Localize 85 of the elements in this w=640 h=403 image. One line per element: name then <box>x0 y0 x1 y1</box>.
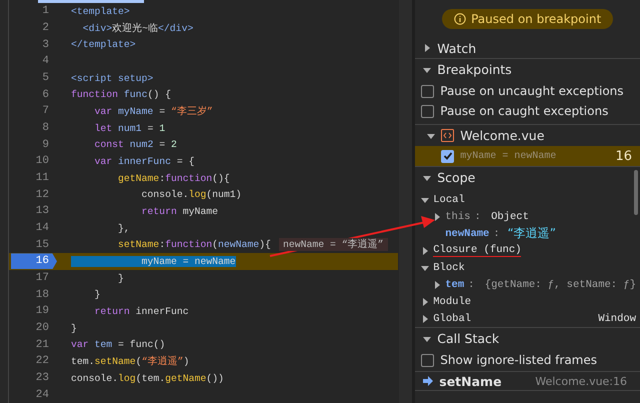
collapse-arrow-icon[interactable] <box>423 334 432 342</box>
scrollbar-thumb[interactable] <box>634 170 638 215</box>
collapse-arrow-icon[interactable] <box>427 132 436 140</box>
line-number: 12 <box>34 188 50 203</box>
line-number: 21 <box>34 338 50 353</box>
breakpoint-line-number: 16 <box>615 148 632 164</box>
line-number: 22 <box>34 354 50 370</box>
checkbox[interactable] <box>421 104 434 118</box>
code-line: var myName = “李三岁” <box>94 104 213 118</box>
expand-arrow-icon[interactable] <box>421 314 430 322</box>
collapse-arrow-icon[interactable] <box>423 174 432 182</box>
expand-arrow-icon[interactable] <box>433 280 442 288</box>
breakpoint-row[interactable]: myName = newName 16 <box>415 146 640 166</box>
code-line: getName:function(){ <box>117 172 230 184</box>
code-line: function func() { <box>71 89 171 100</box>
info-icon <box>454 13 466 25</box>
code-line: <div>欢迎光~临</div> <box>82 22 194 34</box>
code-line: } <box>71 322 77 334</box>
line-number: 8 <box>41 121 50 136</box>
scope-group[interactable]: Local <box>415 191 640 208</box>
line-number: 15 <box>34 238 50 253</box>
collapse-arrow-icon[interactable] <box>421 264 430 272</box>
line-number: 6 <box>41 88 50 103</box>
line-number: 13 <box>34 204 50 220</box>
line-number: 23 <box>34 371 50 386</box>
checkbox[interactable] <box>441 150 454 162</box>
scope-variable[interactable]: newName : “李逍遥” <box>415 225 640 242</box>
section-header[interactable]: Breakpoints <box>415 58 640 80</box>
code-line: console.log(num1) <box>140 189 242 200</box>
code-line: let num1 = 1 <box>94 122 166 134</box>
scrollbar[interactable] <box>399 0 412 403</box>
scope-group[interactable]: Closure (func) <box>415 242 640 259</box>
line-number: 19 <box>34 304 50 320</box>
line-number: 9 <box>41 138 50 153</box>
code-line: } <box>94 289 100 300</box>
section-header[interactable]: Scope <box>415 166 640 188</box>
collapse-arrow-icon[interactable] <box>423 66 432 74</box>
line-number: 10 <box>34 154 50 170</box>
paused-banner: Paused on breakpoint <box>442 9 614 29</box>
collapse-arrow-icon[interactable] <box>421 196 430 204</box>
line-number: 7 <box>41 104 50 120</box>
line-number: 17 <box>34 271 50 286</box>
expand-arrow-icon[interactable] <box>433 212 442 220</box>
code-line: }, <box>117 222 130 234</box>
scope-variable[interactable]: tem : {getName: ƒ, setName: ƒ} <box>415 276 640 293</box>
line-number: 14 <box>34 221 50 236</box>
code-file-icon <box>441 129 454 142</box>
line-number: 5 <box>41 71 50 86</box>
line-number: 2 <box>41 21 50 36</box>
expand-arrow-icon[interactable] <box>423 44 432 52</box>
scope-variable[interactable]: this : Object <box>415 208 640 225</box>
code-line: var tem = func() <box>71 339 166 350</box>
code-line: <script setup> <box>71 72 154 84</box>
current-frame-arrow-icon <box>423 376 434 386</box>
checkbox[interactable] <box>421 84 434 98</box>
line-number: 20 <box>34 321 50 336</box>
code-line: tem.setName(“李逍遥”) <box>71 354 190 368</box>
code-line: return innerFunc <box>94 306 189 317</box>
checkbox[interactable] <box>421 354 434 366</box>
scope-group[interactable]: Global Window <box>415 310 640 327</box>
line-number: 3 <box>41 38 50 53</box>
scope-group[interactable]: Module <box>415 293 640 310</box>
line-number: 11 <box>34 171 50 186</box>
breakpoint-code: myName = newName <box>460 150 558 162</box>
code-line: console.log(tem.getName()) <box>71 372 224 384</box>
line-number: 4 <box>41 54 50 70</box>
call-stack-frame[interactable]: setName Welcome.vue:16 <box>415 371 640 391</box>
breakpoint-marker[interactable]: 16 <box>11 253 57 270</box>
line-number: 24 <box>34 388 50 403</box>
checkbox-label: Pause on caught exceptions <box>440 104 608 118</box>
code-line: var innerFunc = { <box>94 156 194 167</box>
code-line: return myName <box>140 206 218 217</box>
code-line: setName:function(newName){ <box>117 239 271 250</box>
checkbox-label: Pause on uncaught exceptions <box>440 84 624 98</box>
expand-arrow-icon[interactable] <box>421 298 430 306</box>
expand-arrow-icon[interactable] <box>421 246 430 254</box>
line-number: 1 <box>41 4 50 20</box>
code-line: <template> <box>71 6 130 17</box>
code-line: </template> <box>71 39 136 50</box>
checkbox-label: Show ignore-listed frames <box>440 353 597 367</box>
line-number: 18 <box>34 288 50 303</box>
inline-value: newName = “李逍遥” <box>278 238 388 252</box>
scope-group[interactable]: Block <box>415 259 640 276</box>
code-line: } <box>117 272 124 284</box>
code-line: const num2 = 2 <box>94 139 177 150</box>
